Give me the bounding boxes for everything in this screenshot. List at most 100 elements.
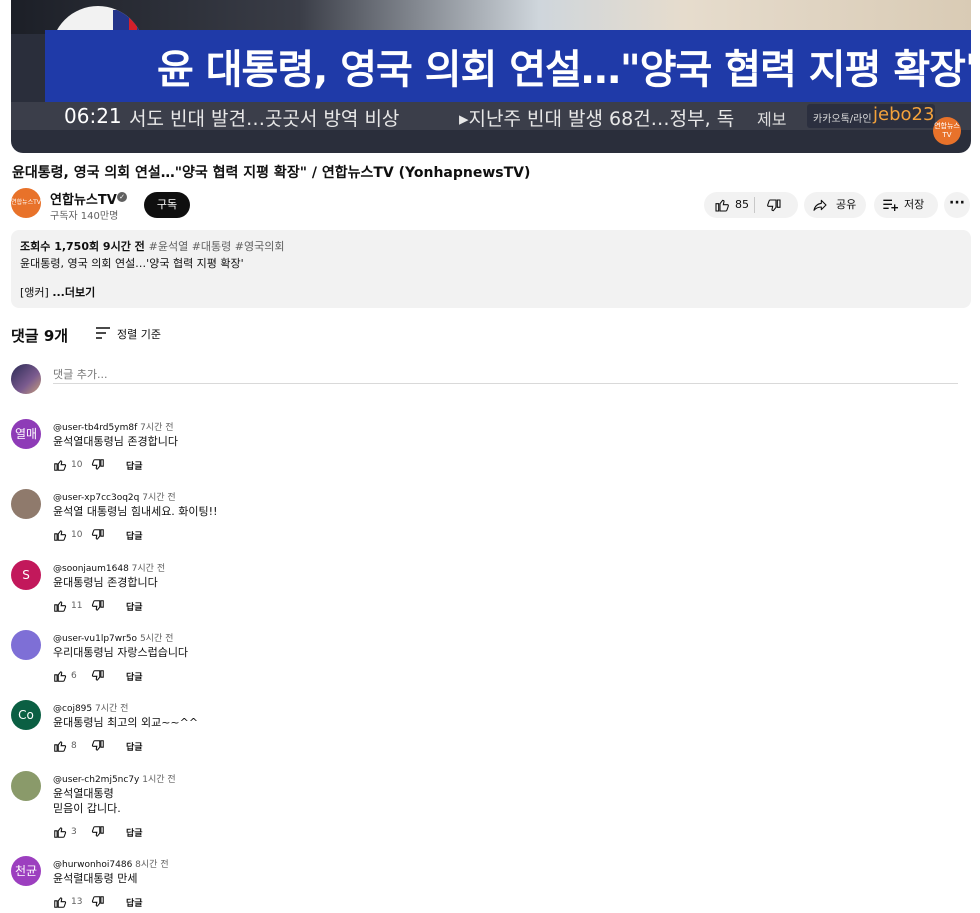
comment-like-count: 6 — [71, 671, 77, 681]
comment-text: 윤석렬대통령 만세 — [53, 871, 137, 886]
thumbs-down-icon[interactable] — [91, 739, 105, 756]
thumbs-down-icon[interactable] — [91, 669, 105, 686]
comment-author-handle[interactable]: @user-xp7cc3oq2q — [53, 493, 139, 503]
description-line: 윤대통령, 영국 의회 연설…'양국 협력 지평 확장' — [20, 257, 244, 270]
thumbs-down-icon[interactable] — [91, 825, 105, 842]
view-stats: 조회수 1,750회 9시간 전 — [20, 240, 145, 253]
comment-time[interactable]: 5시간 전 — [140, 634, 173, 644]
description-box[interactable]: 조회수 1,750회 9시간 전 #윤석열 #대통령 #영국의회 윤대통령, 영… — [11, 230, 971, 308]
thumbs-up-icon[interactable] — [53, 528, 67, 545]
thumbs-up-icon[interactable] — [53, 895, 67, 912]
comment-author-handle[interactable]: @user-tb4rd5ym8f — [53, 423, 137, 433]
comment-like-count: 3 — [71, 827, 77, 837]
ticker-text-right: ▸지난주 빈대 발생 68건…정부, 독 — [459, 108, 735, 130]
comment-author: @user-vu1lp7wr5o 5시간 전 — [53, 631, 173, 644]
thumbs-up-icon[interactable] — [53, 825, 67, 842]
comment-time[interactable]: 7시간 전 — [142, 493, 175, 503]
sort-icon[interactable] — [95, 327, 111, 339]
like-divider — [754, 197, 755, 213]
comment-actions: 3 답글 — [53, 825, 153, 841]
ticker-text-left: 서도 빈대 발견…곳곳서 방역 비상 — [129, 108, 400, 130]
comment-author-handle[interactable]: @hurwonhoi7486 — [53, 860, 132, 870]
reply-button[interactable]: 답글 — [126, 600, 143, 613]
comment-actions: 6 답글 — [53, 669, 153, 685]
comment-author: @soonjaum1648 7시간 전 — [53, 561, 165, 574]
video-player[interactable]: 윤 대통령, 영국 의회 연설…"양국 협력 지평 확장" 06:21 서도 빈… — [11, 0, 971, 153]
reply-button[interactable]: 답글 — [126, 670, 143, 683]
comment-time[interactable]: 7시간 전 — [95, 704, 128, 714]
reply-button[interactable]: 답글 — [126, 896, 143, 909]
comment-time[interactable]: 8시간 전 — [135, 860, 168, 870]
comment-avatar[interactable]: 천균 — [11, 856, 41, 886]
comment-author: @user-ch2mj5nc7y 1시간 전 — [53, 772, 176, 785]
comment-text-line: 윤석열대통령님 존경합니다 — [53, 435, 178, 448]
comment-text: 윤대통령님 최고의 외교~~^^ — [53, 715, 198, 730]
sort-button[interactable]: 정렬 기준 — [117, 326, 161, 342]
comment-avatar[interactable]: S — [11, 560, 41, 590]
save-button[interactable]: 저장 — [874, 192, 938, 218]
description-anchor-tag: [앵커] — [20, 286, 49, 299]
reply-button[interactable]: 답글 — [126, 529, 143, 542]
reply-button[interactable]: 답글 — [126, 459, 143, 472]
thumbs-down-icon[interactable] — [91, 599, 105, 616]
comment-author-handle[interactable]: @user-ch2mj5nc7y — [53, 775, 139, 785]
thumbs-down-icon[interactable] — [91, 895, 105, 912]
comment-like-count: 10 — [71, 530, 83, 540]
share-button[interactable]: 공유 — [804, 192, 866, 218]
subscriber-count: 구독자 140만명 — [50, 211, 119, 222]
hashtags[interactable]: #윤석열 #대통령 #영국의회 — [149, 240, 285, 253]
comment-author-handle[interactable]: @coj895 — [53, 704, 92, 714]
like-count: 85 — [735, 198, 749, 211]
comment-time[interactable]: 7시간 전 — [132, 564, 165, 574]
comment-avatar[interactable]: Co — [11, 700, 41, 730]
comment-time[interactable]: 7시간 전 — [140, 423, 173, 433]
thumbs-down-icon[interactable] — [91, 458, 105, 475]
comment-time[interactable]: 1시간 전 — [142, 775, 175, 785]
jebo-channels: 카카오톡/라인 — [813, 114, 872, 125]
comment-text-line: 우리대통령님 자랑스럽습니다 — [53, 646, 189, 659]
channel-avatar[interactable]: 연합뉴스TV — [11, 188, 41, 218]
jebo-id: jebo23 — [873, 104, 935, 125]
thumbs-up-icon[interactable] — [714, 197, 730, 213]
comment-text-line: 윤석열 대통령님 힘내세요. 화이팅!! — [53, 505, 218, 518]
comment-author-handle[interactable]: @soonjaum1648 — [53, 564, 129, 574]
add-comment-input[interactable] — [53, 365, 958, 384]
channel-name[interactable]: 연합뉴스TV — [50, 189, 117, 208]
video-frame-background — [11, 0, 971, 34]
comment-text-line: 윤대통령님 존경합니다 — [53, 576, 158, 589]
comment-author: @user-tb4rd5ym8f 7시간 전 — [53, 420, 174, 433]
comments-count-heading: 댓글 9개 — [11, 327, 69, 345]
my-avatar — [11, 364, 41, 394]
thumbs-down-icon[interactable] — [91, 528, 105, 545]
thumbs-up-icon[interactable] — [53, 458, 67, 475]
comment-author: @user-xp7cc3oq2q 7시간 전 — [53, 490, 176, 503]
comment-text-line-2: 믿음이 갑니다. — [53, 802, 121, 815]
comment-text: 윤석열 대통령님 힘내세요. 화이팅!! — [53, 504, 218, 519]
comment-avatar[interactable]: 열매 — [11, 419, 41, 449]
comment-avatar[interactable] — [11, 489, 41, 519]
thumbs-up-icon[interactable] — [53, 739, 67, 756]
video-title: 윤대통령, 영국 의회 연설…"양국 협력 지평 확장" / 연합뉴스TV (Y… — [12, 165, 531, 181]
verified-check-icon: ✓ — [117, 192, 127, 202]
comment-text-line: 윤대통령님 최고의 외교~~^^ — [53, 716, 199, 729]
thumbs-up-icon[interactable] — [53, 599, 67, 616]
thumbs-down-icon[interactable] — [766, 198, 782, 214]
comment-text: 윤석열대통령믿음이 갑니다. — [53, 786, 121, 816]
comment-text-line: 윤석열대통령 — [53, 787, 114, 800]
comment-like-count: 8 — [71, 741, 77, 751]
comment-avatar[interactable] — [11, 771, 41, 801]
more-actions-button[interactable]: ··· — [944, 192, 970, 218]
comment-like-count: 10 — [71, 460, 83, 470]
description-line-2: [앵커] ...더보기 — [20, 284, 95, 300]
save-playlist-icon — [883, 199, 898, 211]
show-more-link[interactable]: ...더보기 — [52, 286, 95, 299]
thumbs-up-icon[interactable] — [53, 669, 67, 686]
jebo-label: 제보 — [757, 110, 787, 129]
comment-author: @hurwonhoi7486 8시간 전 — [53, 857, 169, 870]
comment-like-count: 13 — [71, 897, 83, 907]
subscribe-button[interactable]: 구독 — [144, 192, 190, 218]
reply-button[interactable]: 답글 — [126, 826, 143, 839]
comment-author-handle[interactable]: @user-vu1lp7wr5o — [53, 634, 137, 644]
comment-avatar[interactable] — [11, 630, 41, 660]
reply-button[interactable]: 답글 — [126, 740, 143, 753]
